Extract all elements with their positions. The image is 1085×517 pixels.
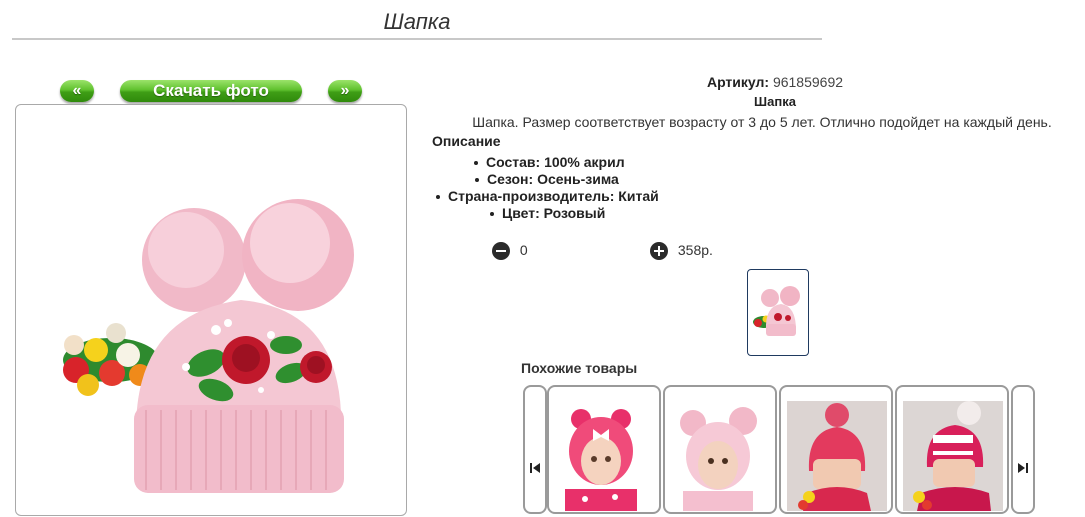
bullet-icon — [436, 195, 440, 200]
page-title: Шапка — [383, 9, 451, 34]
pompon-right — [242, 199, 354, 311]
attribute-text: Страна-производитель: Китай — [448, 188, 659, 204]
similar-product-card[interactable] — [895, 385, 1009, 514]
product-image — [63, 199, 354, 493]
quantity-control: 0 — [492, 240, 528, 261]
carousel-prev-button[interactable] — [523, 385, 547, 514]
attribute-text: Цвет: Розовый — [502, 205, 606, 221]
product-description: Шапка. Размер соответствует возрасту от … — [472, 114, 1052, 130]
bullet-icon — [475, 178, 479, 183]
attribute-item: Состав: 100% акрил — [474, 154, 625, 170]
similar-product-card[interactable] — [779, 385, 893, 514]
quantity-value: 0 — [519, 242, 528, 258]
attribute-text: Состав: 100% акрил — [486, 154, 625, 170]
skip-prev-icon — [530, 463, 540, 473]
attribute-text: Сезон: Осень-зима — [487, 171, 619, 187]
similar-product-card[interactable] — [663, 385, 777, 514]
description-heading: Описание — [432, 133, 501, 149]
article-line: Артикул: 961859692 — [610, 74, 940, 90]
similar-product-image — [787, 401, 887, 511]
article-label: Артикул: — [706, 74, 770, 90]
prev-photo-button[interactable]: « — [60, 80, 94, 102]
skip-next-icon — [1018, 463, 1028, 473]
photo-thumbnail[interactable] — [747, 269, 809, 356]
minus-circle-icon[interactable] — [492, 242, 510, 261]
product-photo[interactable] — [15, 104, 407, 516]
bullet-icon — [490, 212, 494, 217]
similar-product-image — [671, 401, 771, 511]
similar-product-image — [555, 401, 655, 511]
title-divider — [12, 38, 822, 40]
plus-circle-icon[interactable] — [650, 242, 668, 261]
price-control: 358р. — [650, 240, 713, 261]
price-value: 358р. — [677, 242, 713, 258]
bullet-icon — [474, 161, 478, 166]
similar-products-heading: Похожие товары — [521, 360, 638, 376]
thumbnail-image — [753, 286, 800, 336]
carousel-next-button[interactable] — [1011, 385, 1035, 514]
attribute-item: Страна-производитель: Китай — [436, 188, 659, 204]
similar-product-image — [903, 401, 1003, 511]
product-name: Шапка — [754, 94, 796, 109]
attribute-item: Цвет: Розовый — [490, 205, 605, 221]
download-photo-button[interactable]: Скачать фото — [120, 80, 302, 102]
attribute-item: Сезон: Осень-зима — [475, 171, 619, 187]
similar-product-card[interactable] — [547, 385, 661, 514]
article-value: 961859692 — [772, 74, 844, 90]
pompon-left — [142, 208, 246, 312]
next-photo-button[interactable]: » — [328, 80, 362, 102]
